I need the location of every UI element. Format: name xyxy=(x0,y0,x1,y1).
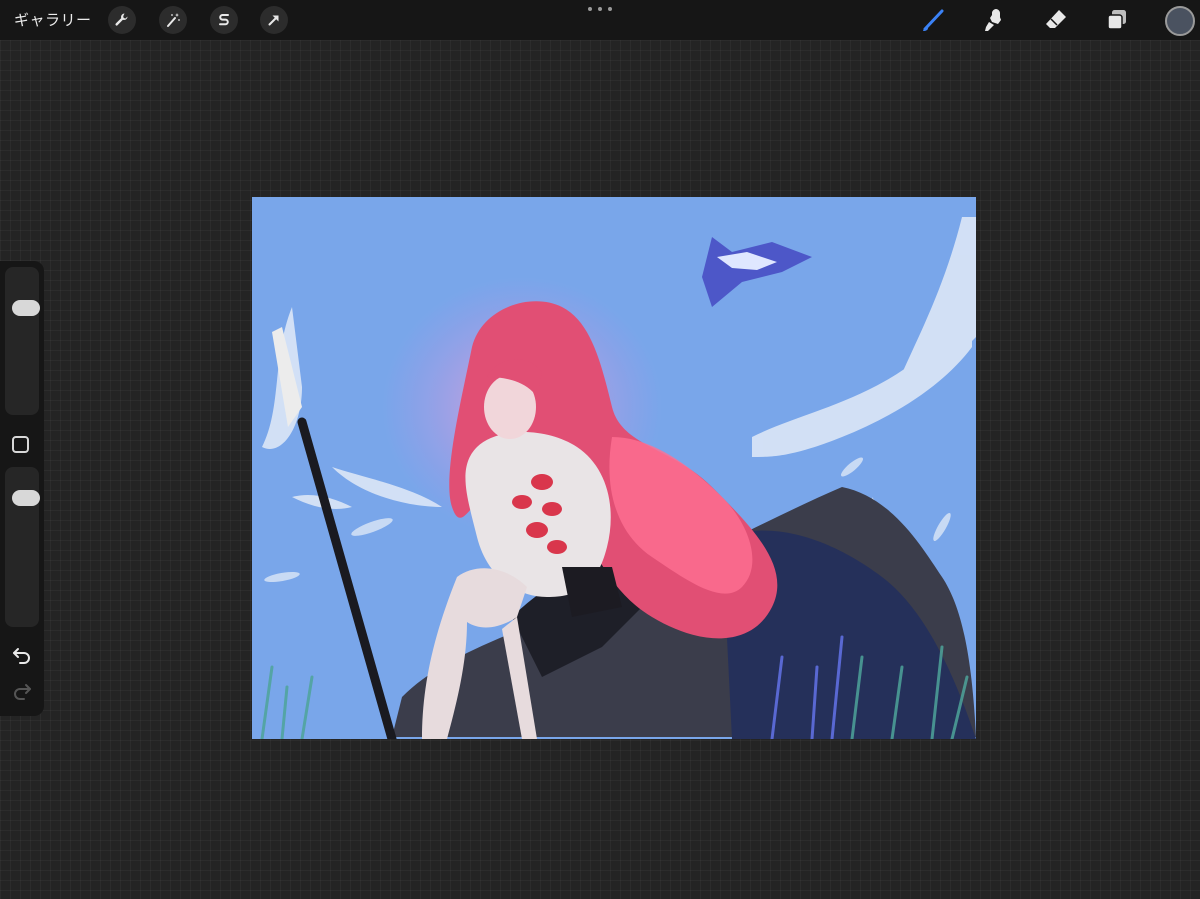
modify-button[interactable] xyxy=(12,436,29,453)
eraser-tool-button[interactable] xyxy=(1041,5,1071,35)
magic-wand-icon xyxy=(167,13,180,27)
brush-size-thumb[interactable] xyxy=(12,300,40,316)
more-dot xyxy=(598,7,602,11)
selection-button[interactable] xyxy=(210,6,238,34)
color-picker-button[interactable] xyxy=(1165,6,1195,36)
opacity-thumb[interactable] xyxy=(12,490,40,506)
left-sidebar xyxy=(0,261,44,716)
adjustments-button[interactable] xyxy=(159,6,187,34)
gallery-button[interactable]: ギャラリー xyxy=(14,9,92,30)
selection-s-icon xyxy=(219,14,229,26)
layers-icon xyxy=(1107,10,1126,30)
smudge-tool-button[interactable] xyxy=(979,5,1009,35)
more-dot xyxy=(608,7,612,11)
brush-icon xyxy=(923,9,944,31)
redo-icon xyxy=(14,684,31,700)
layers-button[interactable] xyxy=(1102,5,1132,35)
smudge-icon xyxy=(985,9,1001,31)
more-dot xyxy=(588,7,592,11)
undo-icon xyxy=(13,648,30,664)
undo-button[interactable] xyxy=(10,645,34,665)
arrow-cursor-icon xyxy=(268,15,279,26)
wrench-icon xyxy=(115,13,128,26)
more-options-button[interactable] xyxy=(588,2,612,16)
actions-button[interactable] xyxy=(108,6,136,34)
brush-size-slider[interactable] xyxy=(5,267,40,415)
paint-tool-button[interactable] xyxy=(918,5,948,35)
artwork xyxy=(252,197,976,739)
top-toolbar: ギャラリー xyxy=(0,0,1200,40)
transform-button[interactable] xyxy=(260,6,288,34)
redo-button[interactable] xyxy=(10,681,34,701)
drawing-canvas[interactable] xyxy=(252,197,976,739)
opacity-slider[interactable] xyxy=(5,467,40,627)
eraser-icon xyxy=(1046,10,1066,28)
